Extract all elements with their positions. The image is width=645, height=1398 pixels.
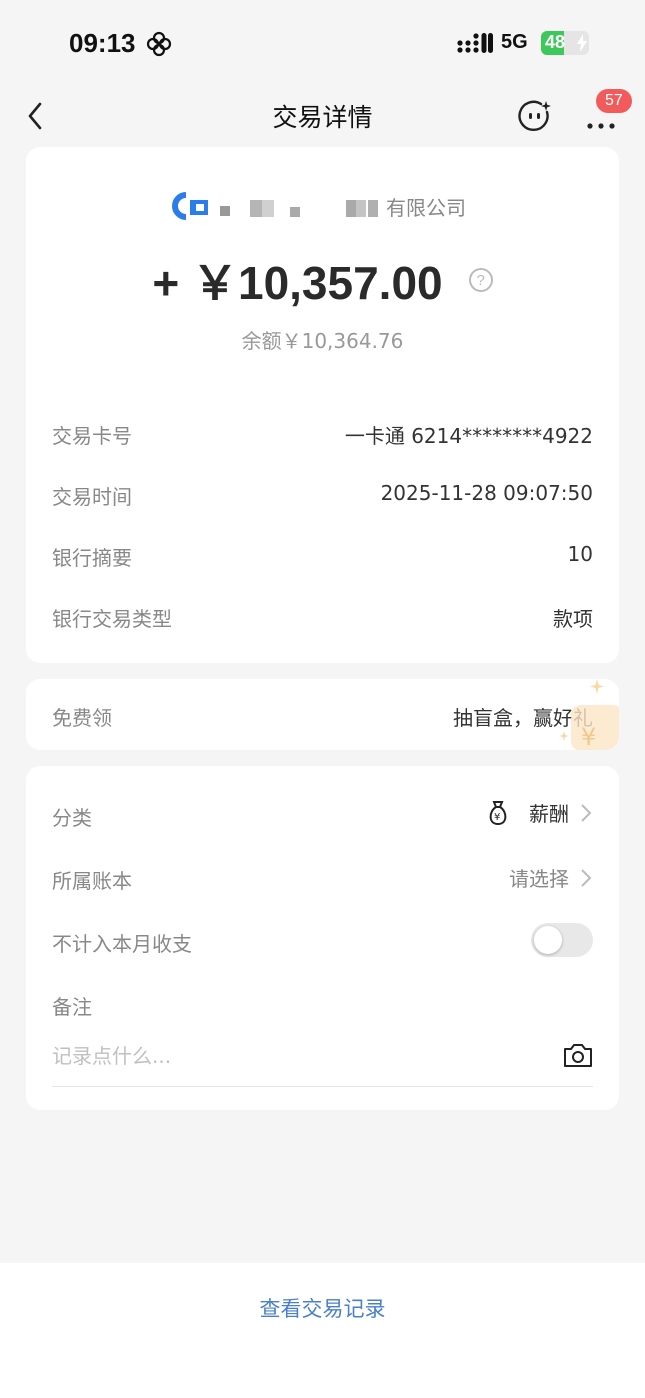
detail-label: 交易时间 [52, 485, 132, 509]
detail-row-transaction-type: 银行交易类型 款项 [52, 603, 593, 633]
notification-badge: 57 [596, 89, 632, 113]
amount-row: + ￥10,357.00 ? [26, 247, 619, 313]
lucky-coin-icon: ¥ [559, 679, 619, 750]
free-gift-banner[interactable]: 免费领 抽盲盒，赢好礼 ¥ [26, 679, 619, 750]
settings-card: 分类 ¥ 薪酬 所属账本 请选择 不计入本月收支 备注 [26, 766, 619, 1110]
detail-value: 2025-11-28 09:07:50 [380, 481, 593, 505]
svg-text:¥: ¥ [581, 723, 596, 750]
detail-label: 银行摘要 [52, 546, 132, 570]
category-label: 分类 [52, 806, 92, 830]
balance-text: 余额￥10,364.76 [241, 329, 404, 353]
category-value: 薪酬 [529, 802, 569, 826]
svg-text:¥: ¥ [494, 812, 500, 823]
free-gift-label: 免费领 [52, 706, 112, 730]
company-name-suffix: 有限公司 [386, 196, 466, 220]
detail-label: 银行交易类型 [52, 607, 172, 631]
status-time: 09:13 [69, 28, 136, 58]
transaction-amount: + ￥10,357.00 [152, 257, 443, 309]
detail-row-time: 交易时间 2025-11-28 09:07:50 [52, 481, 593, 511]
footer-bar: 查看交易记录 [0, 1263, 645, 1398]
memo-divider [52, 1086, 593, 1087]
detail-value: 一卡通 6214********4922 [344, 424, 593, 448]
toggle-knob [534, 926, 562, 954]
ledger-selector[interactable]: 请选择 [509, 863, 593, 892]
chevron-right-icon [581, 803, 592, 822]
battery-icon: 48 [541, 31, 589, 55]
battery-percent: 48 [545, 32, 566, 52]
money-bag-icon: ¥ [489, 800, 507, 825]
status-bar: 09:13 5G 48 [0, 0, 645, 88]
detail-label: 交易卡号 [52, 424, 132, 448]
detail-value: 款项 [553, 607, 593, 631]
help-icon[interactable]: ? [468, 268, 493, 292]
memo-input[interactable] [52, 1041, 542, 1071]
ledger-value: 请选择 [509, 867, 569, 891]
charging-bolt-icon [577, 34, 587, 52]
detail-row-bank-summary: 银行摘要 10 [52, 542, 593, 572]
exclude-monthly-toggle[interactable] [531, 923, 593, 957]
flower-icon [146, 31, 172, 57]
signal-icon [457, 33, 493, 53]
category-selector[interactable]: ¥ 薪酬 [485, 798, 593, 827]
exclude-monthly-label: 不计入本月收支 [52, 932, 192, 956]
transaction-summary-card: 有限公司 + ￥10,357.00 ? 余额￥10,364.76 交易卡号 一卡… [26, 147, 619, 663]
company-logo-icon [172, 192, 208, 220]
network-type: 5G [501, 31, 528, 53]
assistant-face-icon[interactable] [517, 98, 553, 134]
view-transactions-link[interactable]: 查看交易记录 [0, 1293, 645, 1323]
redacted-company-name [220, 200, 378, 217]
camera-icon[interactable] [563, 1042, 593, 1068]
chevron-right-icon [581, 868, 592, 887]
nav-bar: 交易详情 57 [0, 88, 645, 144]
memo-label: 备注 [52, 995, 92, 1019]
detail-value: 10 [567, 542, 593, 566]
detail-row-card-number: 交易卡号 一卡通 6214********4922 [52, 420, 593, 450]
ledger-label: 所属账本 [52, 869, 132, 893]
